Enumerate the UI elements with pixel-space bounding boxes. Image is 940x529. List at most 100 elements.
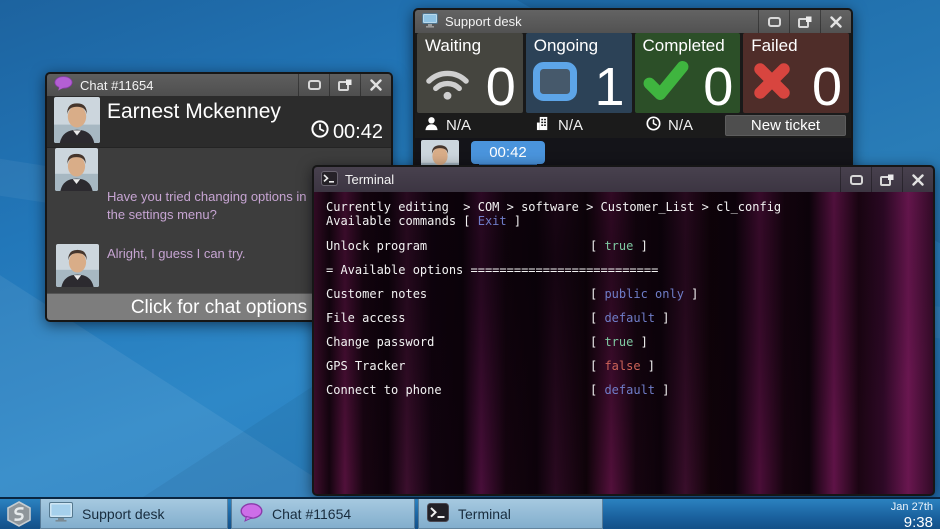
bracket: [	[590, 239, 604, 253]
chat-bubble-icon	[240, 503, 263, 525]
terminal-option-customer-notes[interactable]: Customer notes[ public only ]	[326, 287, 933, 301]
bracket: ]	[633, 239, 647, 253]
stat-waiting: Waiting 0	[417, 33, 523, 113]
window-title: Terminal	[345, 172, 840, 187]
taskbar-item-label: Terminal	[458, 506, 511, 522]
ticket-stats-row: Waiting 0 Ongoing 1 Completed 0	[415, 33, 851, 113]
info-value: N/A	[446, 117, 471, 134]
terminal-option-unlock[interactable]: Unlock program[ true ]	[326, 239, 933, 253]
terminal-window: Terminal Currently editing > COM > softw…	[312, 165, 935, 496]
monitor-icon	[49, 502, 73, 525]
taskbar-item-terminal[interactable]: Terminal	[418, 499, 603, 529]
minimize-button[interactable]	[298, 74, 329, 96]
terminal-options-separator: = Available options ====================…	[326, 263, 933, 277]
info-customer: N/A	[424, 113, 471, 138]
chat-message: Alright, I guess I can try.	[107, 245, 321, 263]
restore-button[interactable]	[789, 10, 820, 33]
stat-value: 0	[812, 60, 842, 114]
taskbar-time: 9:38	[891, 514, 933, 529]
stat-label: Ongoing	[534, 36, 598, 56]
bracket: ]	[633, 335, 647, 349]
start-logo-icon[interactable]	[6, 501, 32, 527]
window-title: Chat #11654	[80, 78, 298, 93]
info-company: N/A	[536, 113, 583, 138]
info-time: N/A	[646, 113, 693, 138]
option-label: GPS Tracker	[326, 359, 590, 373]
chat-timer: 00:42	[311, 120, 383, 144]
support-desk-titlebar[interactable]: Support desk	[415, 10, 851, 33]
terminal-commands-line: Available commands [ Exit ]	[326, 214, 933, 228]
stat-ongoing: Ongoing 1	[526, 33, 632, 113]
taskbar-item-chat[interactable]: Chat #11654	[231, 499, 415, 529]
taskbar-item-support-desk[interactable]: Support desk	[40, 499, 228, 529]
option-label: Change password	[326, 335, 590, 349]
avatar	[54, 97, 100, 143]
terminal-option-change-password[interactable]: Change password[ true ]	[326, 335, 933, 349]
option-value[interactable]: true	[604, 335, 633, 349]
bracket: [	[590, 359, 604, 373]
wifi-icon	[424, 65, 471, 106]
stat-label: Completed	[643, 36, 725, 56]
bracket: ]	[641, 359, 655, 373]
close-icon[interactable]	[820, 10, 851, 33]
option-label: File access	[326, 311, 590, 325]
option-value[interactable]: false	[604, 359, 640, 373]
taskbar-date: Jan 27th	[891, 501, 933, 514]
new-ticket-button[interactable]: New ticket	[725, 115, 846, 136]
desktop: Support desk Waiting 0 Ongoing 1	[0, 0, 940, 529]
stat-value: 0	[703, 60, 733, 114]
minimize-button[interactable]	[758, 10, 789, 33]
cross-icon	[750, 61, 794, 106]
commands-prefix: Available commands [	[326, 214, 478, 228]
taskbar-clock[interactable]: Jan 27th 9:38	[891, 501, 933, 529]
option-label: Connect to phone	[326, 383, 590, 397]
stat-completed: Completed 0	[635, 33, 741, 113]
option-value[interactable]: true	[604, 239, 633, 253]
terminal-breadcrumb: Currently editing > COM > software > Cus…	[326, 200, 933, 214]
terminal-titlebar[interactable]: Terminal	[314, 167, 933, 192]
info-value: N/A	[558, 117, 583, 134]
ticket-info-row: N/A N/A N/A New ticket	[415, 113, 851, 138]
minimize-button[interactable]	[840, 167, 871, 192]
terminal-icon	[427, 503, 449, 525]
restore-button[interactable]	[871, 167, 902, 192]
exit-command[interactable]: Exit	[478, 214, 507, 228]
person-icon	[424, 116, 439, 135]
terminal-icon	[321, 171, 338, 189]
terminal-option-file-access[interactable]: File access[ default ]	[326, 311, 933, 325]
chat-titlebar[interactable]: Chat #11654	[47, 74, 391, 96]
terminal-option-connect-phone[interactable]: Connect to phone[ default ]	[326, 383, 933, 397]
check-icon	[642, 60, 690, 106]
taskbar-item-label: Support desk	[82, 506, 165, 522]
commands-suffix: ]	[507, 214, 521, 228]
option-label: Unlock program	[326, 239, 590, 253]
customer-name: Earnest Mckenney	[107, 100, 281, 124]
stat-value: 1	[594, 60, 624, 114]
stat-value: 0	[486, 60, 516, 114]
bracket: [	[590, 335, 604, 349]
terminal-output: Currently editing > COM > software > Cus…	[314, 192, 933, 494]
support-desk-window: Support desk Waiting 0 Ongoing 1	[413, 8, 853, 180]
chat-message: Have you tried changing options in the s…	[107, 188, 321, 223]
clock-icon	[311, 120, 329, 144]
bracket: [	[590, 311, 604, 325]
bracket: [	[590, 383, 604, 397]
close-icon[interactable]	[902, 167, 933, 192]
stat-failed: Failed 0	[743, 33, 849, 113]
chat-bubble-icon	[54, 76, 73, 94]
option-value[interactable]: public only	[604, 287, 683, 301]
close-icon[interactable]	[360, 74, 391, 96]
avatar	[55, 148, 98, 191]
window-icon	[533, 62, 577, 106]
taskbar-item-label: Chat #11654	[272, 506, 351, 522]
bracket: ]	[655, 311, 669, 325]
option-value[interactable]: default	[604, 311, 655, 325]
restore-button[interactable]	[329, 74, 360, 96]
terminal-option-gps-tracker[interactable]: GPS Tracker[ false ]	[326, 359, 933, 373]
bracket: ]	[684, 287, 698, 301]
stat-label: Failed	[751, 36, 797, 56]
monitor-icon	[422, 13, 438, 31]
option-value[interactable]: default	[604, 383, 655, 397]
bracket: [	[590, 287, 604, 301]
taskbar: Support desk Chat #11654 Terminal Jan 27…	[0, 497, 940, 529]
